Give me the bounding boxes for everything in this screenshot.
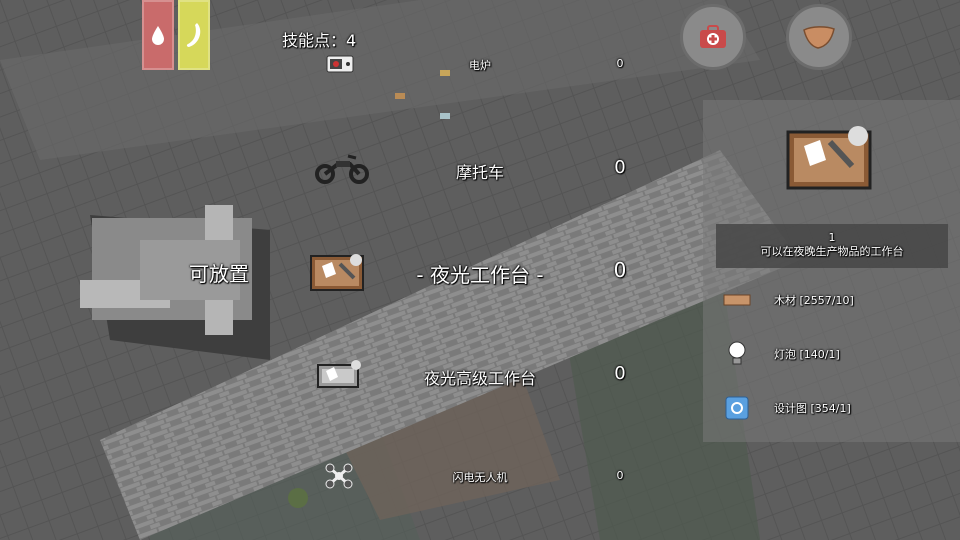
wood-plank-icon: [723, 294, 751, 306]
item-detail-count: 1: [828, 231, 836, 244]
craft-item-count: 0: [613, 258, 627, 282]
craft-item-name: 电炉: [469, 59, 491, 72]
material-row-blueprint: 设计图 [354/1]: [720, 395, 851, 421]
craft-item-name: 摩托车: [455, 163, 505, 182]
medkit-icon: [700, 25, 726, 48]
placeable-label: 可放置: [189, 262, 249, 286]
material-row-bulb: 灯泡 [140/1]: [720, 341, 840, 367]
glow-workbench-icon: [310, 254, 364, 291]
motorcycle-icon: [315, 154, 369, 184]
advanced-glow-workbench-icon: [317, 360, 361, 388]
skill-points-label: 技能点：4: [282, 31, 357, 50]
craft-item-count: 0: [614, 157, 626, 178]
blueprint-icon: [725, 396, 749, 420]
item-description-box: 1 可以在夜晚生产物品的工作台: [716, 224, 948, 268]
material-label: 设计图 [354/1]: [774, 402, 851, 415]
medkit-button[interactable]: [680, 4, 746, 70]
glow-workbench-preview-icon: [786, 126, 872, 190]
craft-item-count: 0: [614, 363, 626, 384]
water-drop-icon: [152, 26, 164, 45]
banana-icon: [186, 23, 201, 47]
leather-bag-icon: [803, 26, 835, 49]
thirst-bar: [142, 0, 174, 70]
material-label: 木材 [2557/10]: [774, 294, 854, 307]
lightning-drone-icon: [325, 463, 353, 489]
craft-item-count: 0: [616, 57, 624, 70]
craft-item-name: 闪电无人机: [452, 471, 508, 484]
inventory-button[interactable]: [786, 4, 852, 70]
electric-stove-icon: [326, 55, 354, 73]
hunger-bar: [178, 0, 210, 70]
item-description: 可以在夜晚生产物品的工作台: [760, 245, 904, 258]
craft-item-count: 0: [616, 469, 624, 482]
craft-item-name: 夜光高级工作台: [423, 369, 537, 388]
craft-item-name: - 夜光工作台 -: [416, 263, 544, 287]
material-label: 灯泡 [140/1]: [774, 348, 840, 361]
light-bulb-icon: [728, 341, 746, 365]
material-row-wood: 木材 [2557/10]: [720, 287, 854, 313]
